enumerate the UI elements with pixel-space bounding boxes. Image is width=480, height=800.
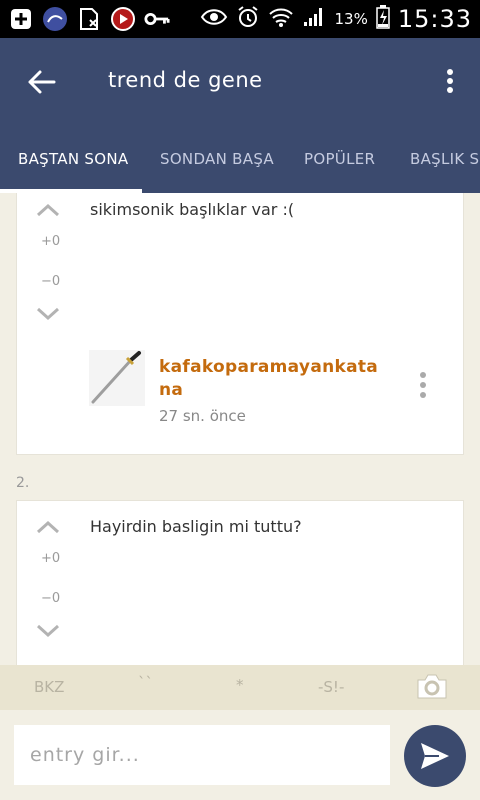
author-name[interactable]: kafakoparamayankata na xyxy=(159,356,379,402)
tab-sondan-basa[interactable]: SONDAN BAŞA xyxy=(160,150,274,168)
entry-list[interactable]: +0 −0 sikimsonik başlıklar var :( kafako… xyxy=(0,193,480,665)
upvote-chevron-icon[interactable] xyxy=(35,519,61,535)
send-button[interactable] xyxy=(404,725,466,787)
status-bar-right-icons: 13% 15:33 xyxy=(200,0,472,38)
clock: 15:33 xyxy=(397,5,472,33)
downvote-count: −0 xyxy=(41,274,61,289)
entry-text: Hayirdin basligin mi tuttu? xyxy=(90,517,302,536)
key-icon xyxy=(144,6,170,32)
upvote-chevron-icon[interactable] xyxy=(35,202,61,218)
downvote-count: −0 xyxy=(41,591,61,606)
entry-input-bar xyxy=(0,710,480,800)
tab-baslik[interactable]: BAŞLIK S xyxy=(410,150,479,168)
katana-avatar-icon xyxy=(89,350,145,406)
status-bar-left-icons xyxy=(8,6,170,32)
bkz-button[interactable]: BKZ xyxy=(34,678,64,696)
downvote-chevron-icon[interactable] xyxy=(35,623,61,639)
entry-time: 27 sn. önce xyxy=(159,407,246,425)
camera-icon xyxy=(417,674,447,699)
more-vertical-icon xyxy=(447,69,453,93)
tab-bar: BAŞTAN SONA SONDAN BAŞA POPÜLER BAŞLIK S xyxy=(0,138,480,193)
backtick-button[interactable]: `` xyxy=(138,674,153,692)
entry-card: +0 −0 Hayirdin basligin mi tuttu? xyxy=(16,500,464,665)
entry-text: sikimsonik başlıklar var :( xyxy=(90,200,295,219)
camera-button[interactable] xyxy=(416,672,448,700)
tab-bastan-sona[interactable]: BAŞTAN SONA xyxy=(18,150,128,168)
spoiler-button[interactable]: -S!- xyxy=(318,678,344,696)
upvote-count: +0 xyxy=(41,551,61,566)
author-name-line2: na xyxy=(159,380,184,400)
format-toolbar: BKZ `` * -S!- xyxy=(0,665,480,710)
arrow-back-icon xyxy=(28,70,56,94)
author-name-line1: kafakoparamayankata xyxy=(159,357,379,377)
star-button[interactable]: * xyxy=(236,676,244,694)
entry-number: 2. xyxy=(16,475,30,491)
upvote-count: +0 xyxy=(41,234,61,249)
battery-percent: 13% xyxy=(334,10,368,28)
alarm-icon xyxy=(236,5,260,33)
app-icon xyxy=(42,6,68,32)
more-vertical-icon xyxy=(420,372,426,398)
entry-input[interactable] xyxy=(14,725,390,785)
author-avatar[interactable] xyxy=(89,350,145,406)
entry-more-button[interactable] xyxy=(417,370,429,402)
entry-card: +0 −0 sikimsonik başlıklar var :( kafako… xyxy=(16,193,464,455)
overflow-menu-button[interactable] xyxy=(438,64,462,104)
send-icon xyxy=(421,743,449,769)
sim-off-icon xyxy=(76,6,102,32)
video-player-icon xyxy=(110,6,136,32)
tab-populer[interactable]: POPÜLER xyxy=(304,150,375,168)
wifi-icon xyxy=(268,6,294,32)
battery-charging-icon xyxy=(376,5,390,33)
status-bar: 13% 15:33 xyxy=(0,0,480,38)
signal-icon xyxy=(302,6,326,32)
plus-box-icon xyxy=(8,6,34,32)
back-button[interactable] xyxy=(22,62,62,102)
downvote-chevron-icon[interactable] xyxy=(35,306,61,322)
app-bar: trend de gene BAŞTAN SONA SONDAN BAŞA PO… xyxy=(0,38,480,193)
eye-icon xyxy=(200,7,228,31)
page-title: trend de gene xyxy=(108,68,263,92)
